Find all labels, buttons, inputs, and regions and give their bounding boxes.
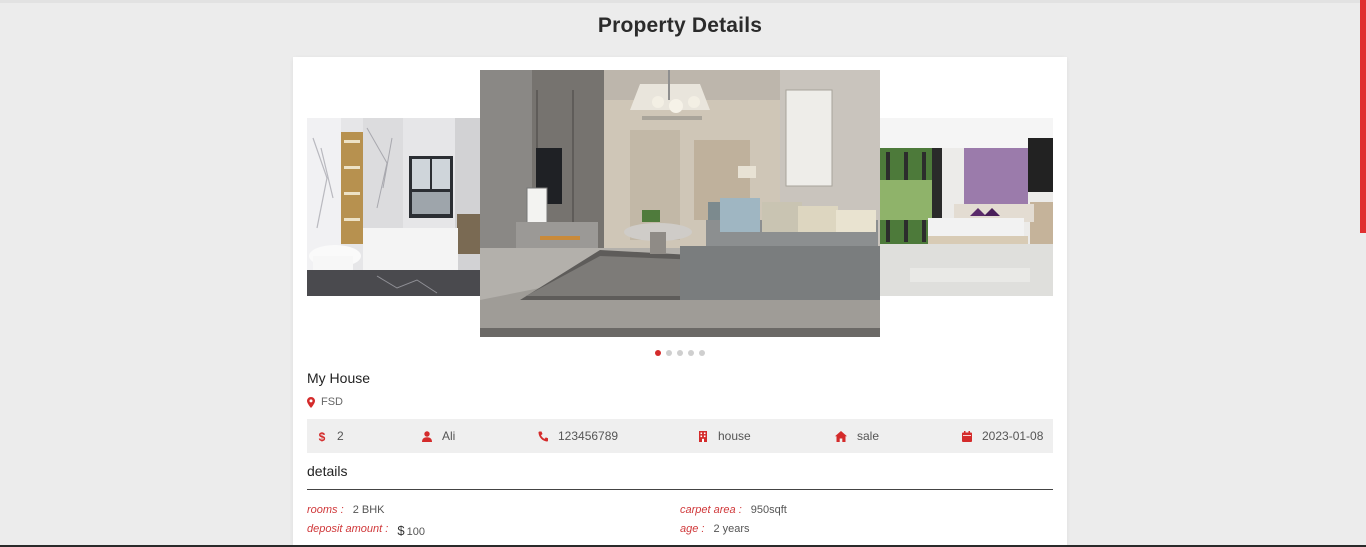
info-owner: Ali (422, 419, 455, 453)
info-type: house (698, 419, 751, 453)
date-value: 2023-01-08 (982, 429, 1044, 443)
info-phone: 123456789 (538, 419, 618, 453)
age-value: 2 years (713, 523, 750, 535)
top-shadow (0, 0, 1366, 3)
building-icon (699, 430, 707, 442)
type-value: house (718, 429, 751, 443)
phone-icon (538, 431, 548, 442)
calendar-icon (962, 430, 972, 442)
carpet-area-label: carpet area : (680, 504, 742, 516)
svg-text:$: $ (319, 431, 326, 442)
detail-deposit: deposit amount : $100 (307, 523, 425, 538)
carpet-area-value: 950sqft (750, 504, 787, 516)
details-divider (307, 489, 1053, 490)
rooms-label: rooms : (307, 504, 344, 516)
bathroom-image (307, 118, 481, 296)
deposit-label: deposit amount : (307, 523, 389, 535)
detail-age: age : 2 years (680, 523, 750, 535)
price-value: 2 (337, 429, 344, 443)
property-card: My House FSD $ 2 Ali 123456789 house sal… (293, 57, 1067, 547)
purpose-value: sale (857, 429, 880, 443)
detail-rooms: rooms : 2 BHK (307, 504, 384, 516)
carousel-dot[interactable] (688, 350, 694, 356)
carousel-dots (655, 350, 705, 356)
carousel-dot[interactable] (699, 350, 705, 356)
info-bar: $ 2 Ali 123456789 house sale 2023-01-08 (307, 419, 1053, 453)
dollar-symbol: $ (397, 523, 405, 538)
living-room-image (480, 70, 880, 337)
property-name: My House (307, 370, 371, 386)
carousel-slide-bedroom[interactable] (880, 118, 1053, 296)
deposit-value-wrap: $100 (397, 523, 425, 538)
scrollbar-thumb[interactable] (1360, 0, 1366, 233)
carousel-dot[interactable] (677, 350, 683, 356)
info-price: $ 2 (317, 419, 344, 453)
bedroom-image (880, 118, 1053, 296)
page-title: Property Details (597, 14, 763, 37)
user-icon (422, 430, 432, 442)
carousel-dot[interactable] (655, 350, 661, 356)
map-pin-icon (307, 396, 315, 408)
carousel-slide-living-room[interactable] (480, 70, 880, 337)
rooms-value: 2 BHK (352, 504, 385, 516)
dollar-icon: $ (319, 431, 326, 442)
carousel-dot[interactable] (666, 350, 672, 356)
details-heading: details (307, 463, 348, 479)
home-icon (835, 430, 847, 442)
property-location: FSD (307, 396, 343, 408)
deposit-value: 100 (406, 526, 425, 538)
owner-value: Ali (442, 429, 456, 443)
info-date: 2023-01-08 (962, 419, 1043, 453)
phone-value: 123456789 (558, 429, 619, 443)
info-purpose: sale (835, 419, 879, 453)
detail-carpet-area: carpet area : 950sqft (680, 504, 787, 516)
location-text: FSD (321, 396, 343, 408)
age-label: age : (680, 523, 705, 535)
carousel-slide-bathroom[interactable] (307, 118, 481, 296)
